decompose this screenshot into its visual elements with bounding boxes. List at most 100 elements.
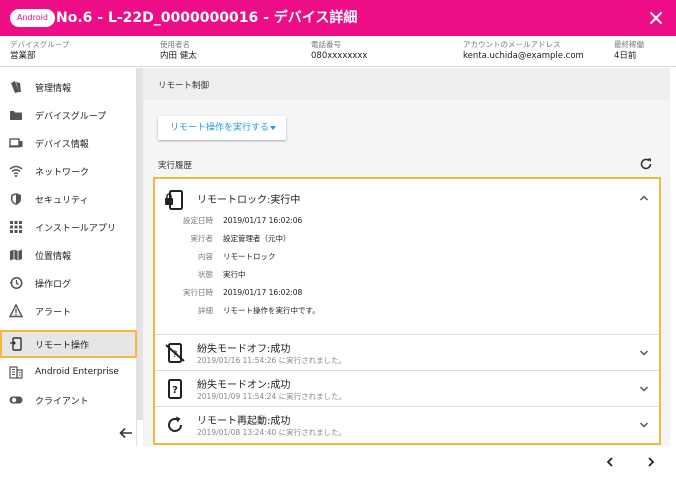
apps-grid-icon: [9, 220, 23, 234]
group-label: デバイスグループ: [10, 40, 70, 49]
page-title: No.6 - L-22D_0000000016 - デバイス詳細: [56, 10, 358, 26]
next-device-chevron-right-icon[interactable]: [645, 456, 657, 468]
chevron-down-icon[interactable]: [639, 385, 649, 393]
history-item-expanded[interactable]: リモートロック:実行中 設定日時 2019/01/17 16:02:06 実行者…: [155, 179, 659, 335]
sidebar-item-label: デバイス情報: [35, 139, 89, 150]
book-icon: [9, 80, 23, 94]
sidebar-item-client[interactable]: クライアント: [0, 386, 137, 414]
sidebar-item-operation-log[interactable]: 操作ログ: [0, 269, 137, 297]
sidebar-item-label: アラート: [35, 307, 72, 318]
close-icon[interactable]: [646, 8, 666, 28]
detail-value: 2019/01/17 16:02:06: [223, 216, 303, 225]
phone-remote-icon: [9, 337, 23, 351]
phone-label: 電話番号: [311, 40, 341, 49]
refresh-icon[interactable]: [639, 157, 653, 171]
execute-remote-operation-button[interactable]: リモート操作を実行する: [158, 116, 286, 140]
sidebar-item-label: クライアント: [35, 396, 89, 407]
group-field: デバイスグループ 営業部: [10, 39, 69, 63]
shield-icon: [9, 192, 23, 206]
phone-lock-icon: [165, 190, 183, 210]
business-icon: [9, 365, 23, 379]
history-item[interactable]: ? 紛失モードオフ:成功 2019/01/16 11:54:26 に実行されまし…: [155, 335, 659, 371]
history-item-subtitle: 2019/01/16 11:54:26 に実行されました。: [197, 356, 347, 365]
group-value: 営業部: [10, 51, 36, 61]
bottom-nav: [0, 446, 676, 478]
history-item-title: 紛失モードオフ:成功: [197, 344, 291, 355]
detail-value: リモートロック: [223, 252, 276, 261]
device-summary: デバイスグループ 営業部 使用者名 内田 健太 電話番号 080xxxxxxxx…: [0, 36, 676, 67]
execution-history-list: リモートロック:実行中 設定日時 2019/01/17 16:02:06 実行者…: [153, 177, 661, 445]
sidebar-item-android-enterprise[interactable]: Android Enterprise: [0, 358, 137, 386]
section-title: リモート制御: [158, 81, 210, 91]
detail-label: 設定日時: [183, 216, 213, 225]
last-active-label: 最終稼働: [614, 40, 644, 49]
phone-field: 電話番号 080xxxxxxxx: [311, 39, 367, 63]
section-header: リモート制御: [143, 68, 670, 100]
sidebar-item-label: 位置情報: [35, 251, 72, 262]
sidebar-item-label: 管理情報: [35, 83, 72, 94]
devices-icon: [9, 136, 23, 150]
chevron-down-icon[interactable]: [639, 421, 649, 429]
sidebar-item-security[interactable]: セキュリティ: [0, 185, 137, 213]
history-item-subtitle: 2019/01/09 11:54:24 に実行されました。: [197, 392, 347, 401]
remote-button-label: リモート操作を実行する: [170, 123, 270, 133]
sidebar-item-alert[interactable]: アラート: [0, 297, 137, 325]
phone-value: 080xxxxxxxx: [311, 51, 368, 61]
detail-value: 実行中: [223, 270, 246, 279]
sidebar-item-label: インストールアプリ: [35, 223, 116, 234]
history-item[interactable]: リモート再起動:成功 2019/01/08 13:24:40 に実行されました。: [155, 407, 659, 443]
detail-label: 状態: [198, 270, 213, 279]
history-item-title: リモートロック:実行中: [197, 195, 301, 206]
caret-down-icon: [270, 126, 276, 130]
warning-icon: [9, 304, 23, 318]
previous-device-chevron-left-icon[interactable]: [604, 456, 616, 468]
lost-mode-on-icon: ?: [168, 379, 182, 399]
sidebar-item-location[interactable]: 位置情報: [0, 241, 137, 269]
map-icon: [9, 248, 23, 262]
sidebar-item-device-group[interactable]: デバイスグループ: [0, 101, 137, 129]
sidebar-item-remote-operation[interactable]: リモート操作: [0, 330, 137, 358]
detail-label: 実行者: [190, 234, 214, 243]
sidebar-item-installed-apps[interactable]: インストールアプリ: [0, 213, 137, 241]
restart-icon: [168, 416, 182, 432]
history-label: 実行履歴: [158, 161, 193, 171]
sidebar-item-label: セキュリティ: [35, 195, 89, 206]
history-icon: [9, 276, 23, 290]
svg-text:?: ?: [172, 385, 178, 396]
sidebar-item-management[interactable]: 管理情報: [0, 73, 137, 101]
email-field: アカウントのメールアドレス kenta.uchida@example.com: [463, 39, 584, 63]
os-badge: Android: [10, 9, 55, 27]
title-bar: Android No.6 - L-22D_0000000016 - デバイス詳細: [0, 0, 676, 36]
history-item-title: 紛失モードオン:成功: [197, 380, 291, 391]
detail-value: リモート操作を実行中です。: [223, 306, 320, 315]
email-label: アカウントのメールアドレス: [463, 40, 561, 49]
history-item[interactable]: ? 紛失モードオン:成功 2019/01/09 11:54:24 に実行されまし…: [155, 371, 659, 407]
last-active-value: 4日前: [614, 51, 637, 61]
folder-icon: [9, 108, 23, 122]
user-label: 使用者名: [160, 40, 190, 49]
detail-label: 実行日時: [183, 288, 213, 297]
sidebar-item-label: リモート操作: [35, 340, 90, 351]
email-value: kenta.uchida@example.com: [463, 51, 584, 61]
main-content: リモート制御 リモート操作を実行する 実行履歴 リモートロック:実行中 設定日時…: [143, 68, 670, 446]
user-field: 使用者名 内田 健太: [160, 39, 197, 63]
sidebar-item-label: デバイスグループ: [35, 111, 107, 122]
sidebar-item-label: Android Enterprise: [35, 367, 119, 377]
last-active-field: 最終稼働 4日前: [614, 39, 644, 63]
sidebar-item-network[interactable]: ネットワーク: [0, 157, 137, 185]
chevron-down-icon[interactable]: [639, 349, 649, 357]
sidebar-item-label: 操作ログ: [35, 279, 72, 290]
wifi-icon: [9, 164, 23, 178]
collapse-sidebar-arrow-icon[interactable]: [118, 426, 134, 440]
detail-label: 詳細: [198, 306, 213, 315]
history-item-title: リモート再起動:成功: [197, 416, 291, 427]
detail-value: 設定管理者（元中）: [223, 234, 291, 243]
sidebar-item-label: ネットワーク: [35, 167, 90, 178]
sidebar-item-device-info[interactable]: デバイス情報: [0, 129, 137, 157]
chevron-up-icon[interactable]: [639, 194, 649, 202]
sidebar: 管理情報 デバイスグループ デバイス情報 ネットワーク セキュリティ インストー…: [0, 68, 137, 446]
lost-mode-off-icon: ?: [165, 343, 185, 363]
user-value: 内田 健太: [160, 51, 197, 61]
history-item-subtitle: 2019/01/08 13:24:40 に実行されました。: [197, 428, 347, 437]
detail-value: 2019/01/17 16:02:08: [223, 288, 303, 297]
